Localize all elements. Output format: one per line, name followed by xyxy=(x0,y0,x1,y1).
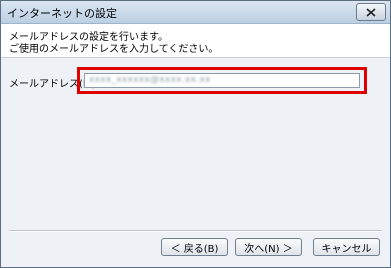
email-highlight-frame: xxxx_xxxxxx@xxxx.xx.xx xyxy=(77,67,367,94)
cancel-button[interactable]: キャンセル xyxy=(313,238,380,256)
back-button[interactable]: ＜ 戻る(B) xyxy=(161,238,228,256)
title-bar[interactable]: インターネットの設定 xyxy=(1,1,390,24)
close-button[interactable] xyxy=(356,3,386,21)
form-area: メールアドレス(M)： xxxx_xxxxxx@xxxx.xx.xx xyxy=(1,58,390,230)
button-divider xyxy=(9,230,382,232)
next-button[interactable]: 次へ(N) ＞ xyxy=(235,238,302,256)
dialog-window: インターネットの設定 メールアドレスの設定を行います。 ご使用のメールアドレスを… xyxy=(0,0,391,268)
close-icon xyxy=(366,7,376,17)
window-title: インターネットの設定 xyxy=(7,7,117,20)
email-value: xxxx_xxxxxx@xxxx.xx.xx xyxy=(89,75,211,85)
email-field[interactable]: xxxx_xxxxxx@xxxx.xx.xx xyxy=(84,73,360,88)
instruction-panel: メールアドレスの設定を行います。 ご使用のメールアドレスを入力してください。 xyxy=(1,24,390,58)
instruction-line-2: ご使用のメールアドレスを入力してください。 xyxy=(9,44,219,55)
